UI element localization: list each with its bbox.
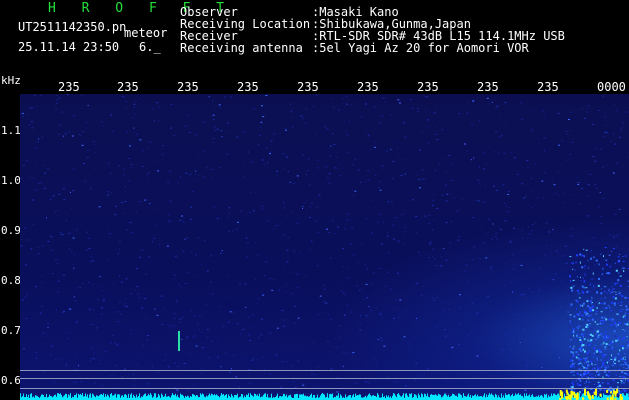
hroff-screen: H R O F F T UT2511142350.pn meteor 25.11… <box>0 0 629 400</box>
y-tick: 0.7 <box>1 324 21 337</box>
x-tick: 235 <box>357 80 379 94</box>
timestamp: 25.11.14 23:50 <box>18 40 120 54</box>
reference-line <box>20 370 629 371</box>
axis-unit: kHz <box>1 74 21 87</box>
x-tick: 235 <box>297 80 319 94</box>
x-tick: 235 <box>537 80 559 94</box>
file-name: UT2511142350.pn <box>18 20 127 34</box>
y-tick: 1.1 <box>1 124 21 137</box>
x-tick: 235 <box>177 80 199 94</box>
spectrogram-plot <box>20 94 629 400</box>
reference-line <box>20 378 629 379</box>
noise-layer <box>20 94 629 400</box>
x-tick: 235 <box>117 80 139 94</box>
y-tick: 1.0 <box>1 174 21 187</box>
x-tick: 0000 <box>597 80 626 94</box>
field-value: :5el Yagi Az 20 for Aomori VOR <box>312 41 529 55</box>
field-label: Receiving antenna <box>180 41 303 55</box>
x-tick: 235 <box>237 80 259 94</box>
x-tick: 235 <box>58 80 80 94</box>
reference-line <box>20 388 629 389</box>
detection-tag: meteor <box>124 26 168 40</box>
x-tick: 235 <box>417 80 439 94</box>
x-tick: 235 <box>477 80 499 94</box>
y-tick: 0.8 <box>1 274 21 287</box>
counter: 6._ <box>139 40 161 54</box>
y-tick: 0.9 <box>1 224 21 237</box>
y-tick: 0.6 <box>1 374 21 387</box>
